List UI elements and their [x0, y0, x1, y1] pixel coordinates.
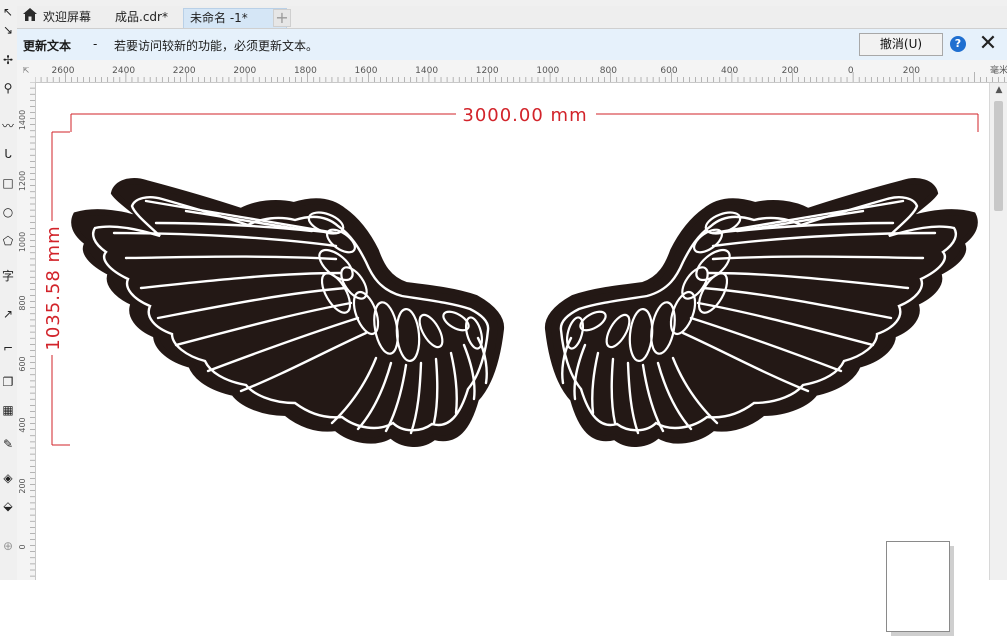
ruler-v-tick-label: 600	[18, 356, 27, 371]
toolbox: ↖ ↘ ✢ ⚲ 〰 ᒐ □ ○ ⬠ 字 ↗ ⌐ ❐ ▦ ✎ ◈ ⬙ ⊕	[0, 0, 18, 580]
ruler-h-tick-label: 1600	[355, 66, 378, 76]
ruler-origin-corner[interactable]: ⇱	[17, 60, 36, 83]
page-border	[886, 541, 950, 632]
tab-active-label: 未命名 -1*	[190, 11, 248, 25]
text-tool-icon[interactable]: 字	[0, 268, 16, 284]
ruler-h-tick-label: 200	[903, 66, 920, 76]
ruler-v-tick-label: 200	[18, 478, 27, 493]
ruler-v-tick-label: 0	[18, 544, 27, 549]
drawing-canvas[interactable]: 3000.00 mm 1035.58 mm	[36, 83, 988, 636]
eyedropper-icon[interactable]: ✎	[0, 436, 16, 452]
parallel-dimension-icon[interactable]: ↗	[0, 306, 16, 322]
vertical-ruler[interactable]: 1400 1200 1000 800 600 400 200 0	[17, 81, 36, 580]
ruler-h-tick-label: 2200	[173, 66, 196, 76]
freehand-tool-icon[interactable]: 〰	[0, 118, 16, 134]
vertical-ruler-ticks: 1400 1200 1000 800 600 400 200 0	[18, 81, 35, 577]
ruler-h-tick-label: 1200	[476, 66, 499, 76]
horizontal-ruler-ticks: 2600 2400 2200 2000 1800 1600 1400 1200 1000 800 6…	[34, 64, 1007, 82]
ruler-h-tick-label: 2600	[52, 66, 75, 76]
width-dimension-label[interactable]: 3000.00 mm	[462, 105, 587, 126]
tab-untitled-1[interactable]: 未命名 -1*	[183, 8, 287, 28]
scroll-up-arrow-icon[interactable]: ▲	[994, 85, 1004, 95]
left-wing[interactable]	[74, 181, 501, 444]
new-tab-button[interactable]: +	[273, 9, 291, 27]
ruler-v-tick-label: 1200	[18, 171, 27, 191]
help-icon[interactable]: ?	[950, 36, 966, 52]
ruler-h-tick-label: 1000	[536, 66, 559, 76]
pick-tool-icon[interactable]: ↖	[0, 4, 16, 20]
tab-welcome-screen[interactable]: 欢迎屏幕	[17, 8, 111, 27]
zoom-tool-icon[interactable]: ⚲	[0, 80, 16, 96]
ellipse-tool-icon[interactable]: ○	[0, 204, 16, 220]
artistic-media-icon[interactable]: ᒐ	[0, 146, 16, 162]
update-text-notification: 更新文本 - 若要访问较新的功能，必须更新文本。 撤消(U) ? ✕	[17, 29, 1007, 61]
notification-dash: -	[93, 37, 98, 51]
add-tool-icon[interactable]: ⊕	[0, 538, 16, 554]
polygon-tool-icon[interactable]: ⬠	[0, 233, 16, 249]
ruler-h-tick-label: 200	[782, 66, 799, 76]
crop-tool-icon[interactable]: ✢	[0, 52, 16, 68]
ruler-v-tick-label: 1400	[18, 110, 27, 130]
ruler-v-tick-label: 800	[18, 295, 27, 310]
home-icon	[23, 8, 37, 27]
tab-welcome-label: 欢迎屏幕	[43, 10, 92, 24]
ruler-v-tick-label: 400	[18, 417, 27, 432]
ruler-unit-label: 毫米	[990, 64, 1007, 76]
rectangle-tool-icon[interactable]: □	[0, 175, 16, 191]
ruler-h-tick-label: 1400	[415, 66, 438, 76]
horizontal-ruler[interactable]: 2600 2400 2200 2000 1800 1600 1400 1200 1000 800 6…	[34, 60, 1007, 83]
ruler-v-tick-label: 1000	[18, 232, 27, 252]
document-tab-bar: 欢迎屏幕 成品.cdr* 未命名 -1* +	[17, 6, 1007, 29]
shape-tool-icon[interactable]: ↘	[0, 22, 16, 38]
scrollbar-thumb[interactable]	[994, 101, 1003, 211]
close-icon[interactable]: ✕	[977, 32, 999, 56]
notification-message: 若要访问较新的功能，必须更新文本。	[114, 39, 319, 53]
ruler-h-tick-label: 600	[660, 66, 677, 76]
interactive-fill-icon[interactable]: ◈	[0, 470, 16, 486]
ruler-h-tick-label: 2000	[233, 66, 256, 76]
tab-file-label: 成品.cdr*	[115, 10, 168, 24]
ruler-h-tick-label: 2400	[112, 66, 135, 76]
drop-shadow-icon[interactable]: ❐	[0, 374, 16, 390]
smart-fill-icon[interactable]: ⬙	[0, 498, 16, 514]
connector-tool-icon[interactable]: ⌐	[0, 340, 16, 356]
ruler-h-tick-label: 1800	[294, 66, 317, 76]
notification-title: 更新文本	[23, 39, 72, 53]
undo-button[interactable]: 撤消(U)	[859, 33, 943, 56]
ruler-h-tick-label: 400	[721, 66, 738, 76]
transparency-icon[interactable]: ▦	[0, 402, 16, 418]
tab-chengpin-cdr[interactable]: 成品.cdr*	[109, 8, 189, 27]
height-dimension-label[interactable]: 1035.58 mm	[43, 225, 64, 350]
vertical-scrollbar[interactable]: ▲	[989, 83, 1007, 580]
wings-drawing: 3000.00 mm 1035.58 mm	[43, 105, 979, 580]
ruler-h-tick-label: 800	[600, 66, 617, 76]
right-wing[interactable]	[548, 181, 975, 444]
